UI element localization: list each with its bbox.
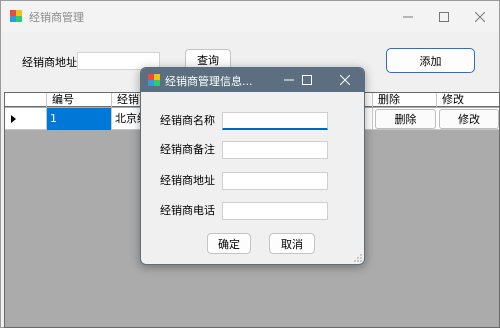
confirm-button[interactable]: 确定 bbox=[207, 233, 251, 254]
minimize-icon bbox=[403, 16, 413, 17]
app-icon bbox=[10, 10, 22, 22]
close-icon bbox=[340, 75, 350, 85]
add-button[interactable]: 添加 bbox=[386, 48, 475, 73]
dealer-phone-label: 经销商电话 bbox=[160, 204, 215, 217]
row-header[interactable] bbox=[5, 108, 47, 130]
cancel-button[interactable]: 取消 bbox=[269, 233, 315, 254]
cell-id[interactable]: 1 bbox=[47, 108, 112, 130]
dealer-phone-input[interactable] bbox=[222, 202, 328, 220]
row-delete-button[interactable]: 删除 bbox=[375, 109, 436, 129]
close-icon bbox=[475, 11, 485, 22]
column-header-id[interactable]: 编号 bbox=[47, 93, 112, 107]
window-title: 经销商管理 bbox=[29, 11, 84, 24]
maximize-icon bbox=[439, 11, 449, 22]
dealer-name-input[interactable] bbox=[222, 112, 328, 130]
title-bar[interactable]: 经销商管理 bbox=[1, 1, 499, 32]
resize-grip-icon[interactable] bbox=[354, 254, 362, 262]
close-button[interactable] bbox=[457, 1, 500, 32]
dialog-title: 经销商管理信息... bbox=[165, 75, 253, 88]
column-header-edit[interactable]: 修改 bbox=[437, 93, 500, 107]
row-edit-button[interactable]: 修改 bbox=[439, 109, 499, 129]
address-label: 经销商地址 bbox=[22, 56, 77, 69]
dialog-title-bar[interactable]: 经销商管理信息... bbox=[141, 68, 364, 92]
current-row-arrow-icon bbox=[11, 115, 16, 123]
dealer-remark-input[interactable] bbox=[222, 141, 328, 159]
dealer-address-input[interactable] bbox=[222, 172, 328, 190]
dialog-app-icon bbox=[148, 74, 160, 86]
column-header-delete[interactable]: 删除 bbox=[373, 93, 437, 107]
dealer-address-label: 经销商地址 bbox=[160, 174, 215, 187]
dealer-info-dialog: 经销商管理信息... 经销商名称 经销商备注 经销商地址 经销商电话 确定 取消 bbox=[140, 67, 365, 265]
dialog-close-button[interactable] bbox=[327, 68, 363, 92]
dealer-remark-label: 经销商备注 bbox=[160, 143, 215, 156]
dialog-maximize-button[interactable] bbox=[289, 68, 325, 92]
dealer-name-label: 经销商名称 bbox=[160, 114, 215, 127]
row-header-corner bbox=[5, 93, 47, 107]
maximize-icon bbox=[302, 75, 312, 85]
